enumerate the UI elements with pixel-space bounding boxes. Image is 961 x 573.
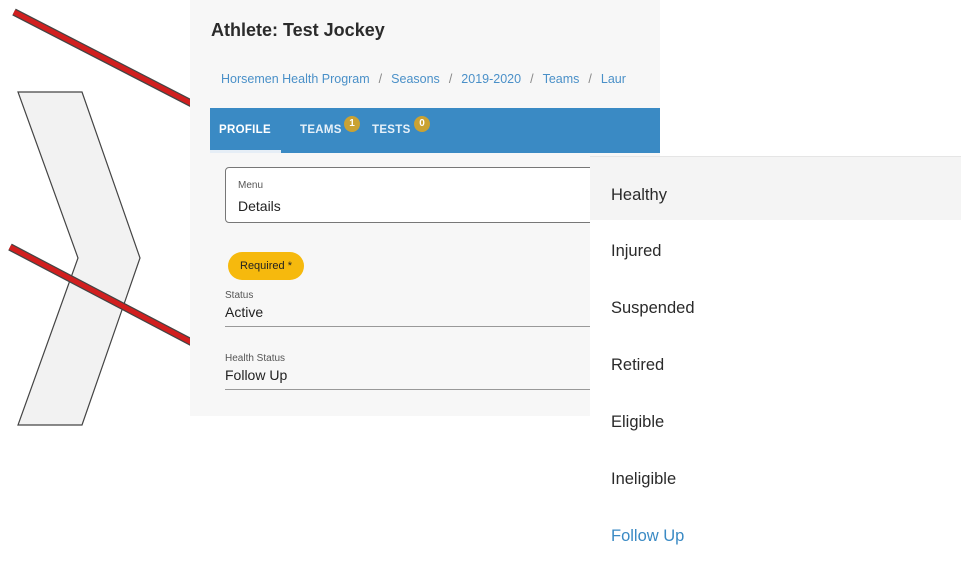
breadcrumb-item-team[interactable]: Laur — [601, 72, 626, 86]
teams-count-badge: 1 — [344, 116, 360, 132]
option-ineligible[interactable]: Ineligible — [590, 442, 961, 499]
option-injured[interactable]: Injured — [590, 214, 961, 271]
chevron-shape — [17, 91, 141, 426]
option-eligible[interactable]: Eligible — [590, 385, 961, 442]
tab-tests[interactable]: TESTS — [372, 108, 411, 153]
menu-select[interactable]: Menu Details — [225, 167, 647, 223]
breadcrumb-item-program[interactable]: Horsemen Health Program — [221, 72, 370, 86]
status-field-label: Status — [225, 290, 254, 301]
health-status-label: Health Status — [225, 353, 286, 364]
arrow-line-health — [8, 243, 212, 356]
tab-bar: PROFILE TEAMS 1 TESTS 0 — [210, 108, 660, 153]
menu-select-label: Menu — [238, 180, 264, 191]
breadcrumb-separator: / — [588, 72, 592, 86]
option-follow-up[interactable]: Follow Up — [590, 499, 961, 556]
breadcrumb-separator: / — [530, 72, 534, 86]
breadcrumb: Horsemen Health Program / Seasons / 2019-202… — [221, 72, 626, 86]
health-status-dropdown: Healthy Injured Suspended Retired Eligib… — [590, 156, 961, 564]
required-badge: Required * — [228, 252, 304, 280]
breadcrumb-item-season-year[interactable]: 2019-2020 — [461, 72, 521, 86]
breadcrumb-separator: / — [448, 72, 453, 86]
status-field[interactable]: Status Active — [225, 290, 635, 327]
option-retired[interactable]: Retired — [590, 328, 961, 385]
breadcrumb-separator: / — [378, 72, 383, 86]
tab-profile[interactable]: PROFILE — [210, 108, 281, 153]
option-suspended[interactable]: Suspended — [590, 271, 961, 328]
status-field-value: Active — [225, 304, 264, 320]
page-title: Athlete: Test Jockey — [211, 20, 385, 40]
arrow-line-tabs — [12, 8, 212, 117]
breadcrumb-item-teams[interactable]: Teams — [543, 72, 580, 86]
tests-count-badge: 0 — [414, 116, 430, 132]
breadcrumb-item-seasons[interactable]: Seasons — [391, 72, 440, 86]
option-healthy[interactable]: Healthy — [590, 157, 961, 220]
tab-teams[interactable]: TEAMS — [300, 108, 342, 153]
menu-select-value: Details — [238, 198, 281, 214]
health-status-field[interactable]: Health Status Follow Up — [225, 353, 635, 390]
health-status-value: Follow Up — [225, 367, 288, 383]
